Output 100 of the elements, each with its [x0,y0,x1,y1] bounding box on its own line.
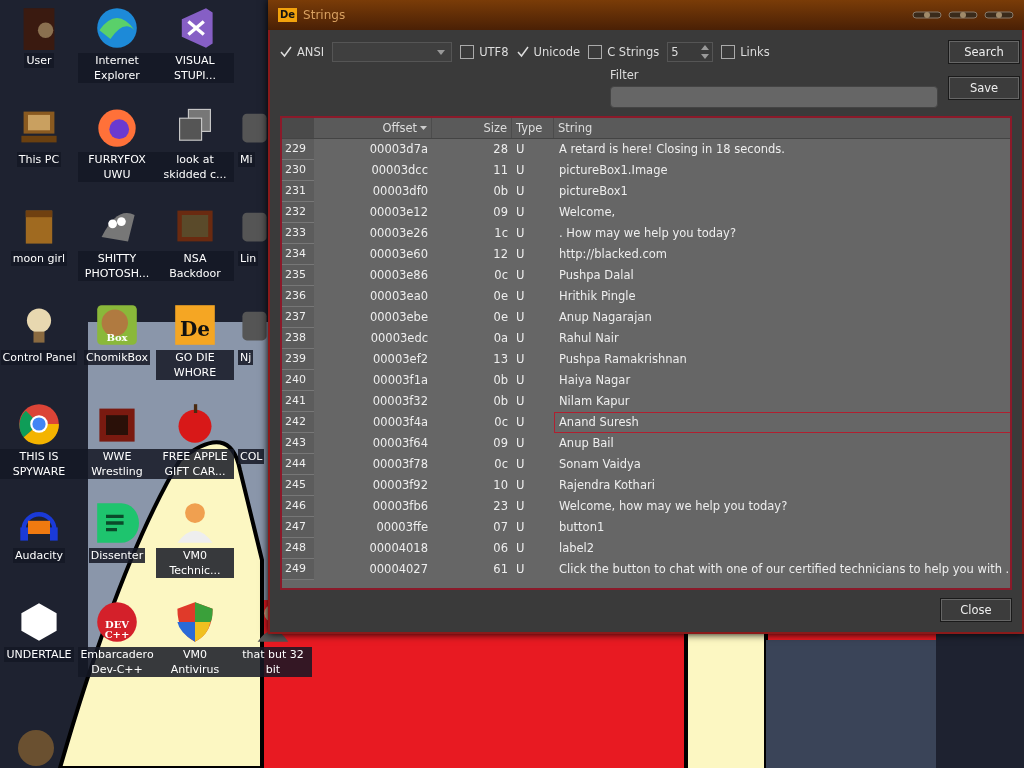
table-cell-text: U [515,456,526,473]
wave-logo-icon [95,6,139,50]
checkbox[interactable]: Unicode [516,45,581,59]
shortcut-label[interactable]: Internet Explorer [78,53,156,83]
table-cell[interactable]: Hrithik Pingle [554,286,1010,307]
table-cell-text: 00003df0 [371,183,429,200]
shortcut-label[interactable]: Dissenter [88,548,146,563]
shortcut-label[interactable]: VISUAL STUPI... [156,53,234,83]
checkbox[interactable]: ANSI [280,45,325,59]
table-cell-text: U [515,372,526,389]
table-cell[interactable]: Pushpa Dalal [554,265,1010,286]
checkbox[interactable]: UTF8 [460,45,509,59]
ring-logo-icon [17,402,61,446]
table-cell-text: U [515,540,526,557]
table-cell[interactable]: pictureBox1.Image [554,160,1010,181]
table-cell-text: 09 [492,435,509,452]
table-cell[interactable]: Rajendra Kothari [554,475,1010,496]
shortcut-label[interactable]: User [24,53,54,68]
column-header[interactable]: Type [512,118,554,138]
table-cell-text: 12 [492,246,509,263]
checkbox[interactable]: C Strings [588,45,660,59]
caret-icon [437,49,446,55]
minimize-button[interactable] [912,10,942,20]
hamster-icon [95,303,139,347]
table-cell[interactable]: Sonam Vaidya [554,454,1010,475]
table-cell[interactable]: Pushpa Ramakrishnan [554,349,1010,370]
table-cell[interactable]: Nilam Kapur [554,391,1010,412]
table-cell[interactable]: Welcome, [554,202,1010,223]
table-cell[interactable]: label2 [554,538,1010,559]
shortcut-label[interactable]: VM0 Technic... [156,548,234,578]
shortcut-label[interactable]: UNDERTALE [4,647,74,662]
row-number: 246 [282,496,314,517]
shortcut-label[interactable]: FURRYFOX UWU [78,152,156,182]
table-cell-text: U [515,246,526,263]
shortcut-label[interactable]: FREE APPLE GIFT CAR... [156,449,234,479]
table-cell-text: U [515,204,526,221]
close-button[interactable] [984,10,1014,20]
shortcut-label[interactable]: THIS IS SPYWARE [0,449,78,479]
shortcut-label[interactable]: Control Panel [0,350,78,365]
close-button[interactable]: Close [940,598,1012,622]
table-cell[interactable]: Anand Suresh [554,412,1010,433]
table-cell-text: 0c [493,456,509,473]
table-cell-text: 10 [492,477,509,494]
shortcut-label[interactable]: ChomikBox [84,350,150,365]
table-cell[interactable]: button1 [554,517,1010,538]
shortcut-label[interactable]: Mi [238,152,255,167]
search-button[interactable]: Search [948,40,1020,64]
table-cell[interactable]: Click the button to chat with one of our certified technicians to help you with .. [554,559,1010,580]
shortcut-label[interactable]: Audacity [12,548,66,563]
column-header[interactable]: String [554,118,1010,138]
row-number: 229 [282,139,314,160]
table-cell-text: 0b [492,372,509,389]
row-number: 232 [282,202,314,223]
shortcut-label[interactable]: VM0 Antivirus [156,647,234,677]
table-cell[interactable]: Haiya Nagar [554,370,1010,391]
shortcut-label[interactable]: GO DIE WHORE [156,350,234,380]
filter-field[interactable] [610,86,938,108]
table-cell-text: 00003edc [369,330,429,347]
table-cell-text: U [515,351,526,368]
table-cell[interactable]: http://blacked.com [554,244,1010,265]
table-cell-text: 28 [492,141,509,158]
shortcut-label[interactable]: look at skidded c... [156,152,234,182]
table-cell[interactable]: A retard is here! Closing in 18 seconds. [554,139,1010,160]
sort-arrow-icon [420,126,427,130]
check-icon [280,46,292,58]
table-cell[interactable]: Welcome, how may we help you today? [554,496,1010,517]
table-cell-text: 0e [492,309,509,326]
table-cell-text: U [515,288,526,305]
table-cell-text: U [515,435,526,452]
save-button[interactable]: Save [948,76,1020,100]
table-cell[interactable]: . How may we help you today? [554,223,1010,244]
circle-logo-icon [95,600,139,644]
shortcut-label[interactable]: This PC [16,152,62,167]
row-number: 242 [282,412,314,433]
row-number: 244 [282,454,314,475]
shortcut-label[interactable]: COL [238,449,265,464]
shortcut-label[interactable]: moon girl [10,251,68,266]
table-cell[interactable]: Rahul Nair [554,328,1010,349]
maximize-button[interactable] [948,10,978,20]
shortcut-label[interactable]: Embarcadero Dev-C++ [78,647,156,677]
checkbox[interactable]: Links [721,45,770,59]
table-cell-text: 00003fb6 [371,498,429,515]
table-cell-text: 1c [493,225,509,242]
shortcut-label[interactable]: NSA Backdoor [156,251,234,281]
table-cell[interactable]: pictureBox1 [554,181,1010,202]
table-cell-text: U [515,414,526,431]
shortcut-label[interactable]: Lin [238,251,259,266]
table-cell-text: U [515,162,526,179]
shortcut-label[interactable]: that but 32 bit [234,647,312,677]
shortcut-label[interactable]: WWE Wrestling [78,449,156,479]
table-cell[interactable]: Anup Bail [554,433,1010,454]
shortcut-label[interactable]: Nj [238,350,254,365]
column-header[interactable]: Size [432,118,512,138]
number-spinner[interactable]: 5 [667,42,714,62]
table-cell-text: 00003f64 [371,435,429,452]
table-cell[interactable]: Anup Nagarajan [554,307,1010,328]
shortcut-label[interactable]: SHITTY PHOTOSH... [78,251,156,281]
column-header[interactable]: Offset [314,118,432,138]
table-cell-text: 61 [492,561,509,578]
table-cell-text: 07 [492,519,509,536]
